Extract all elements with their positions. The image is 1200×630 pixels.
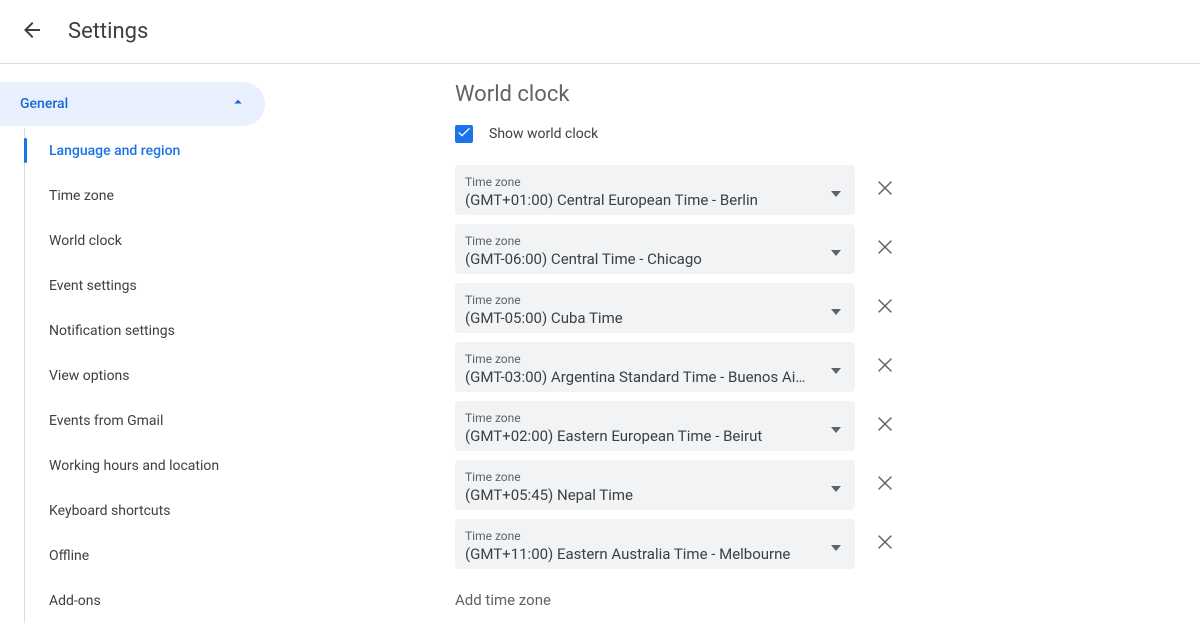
timezone-select-text: Time zone(GMT-05:00) Cuba Time	[465, 293, 831, 329]
remove-timezone-button[interactable]	[873, 414, 897, 438]
timezone-value: (GMT-05:00) Cuba Time	[465, 307, 831, 329]
arrow-left-icon	[20, 18, 44, 46]
remove-timezone-button[interactable]	[873, 473, 897, 497]
remove-timezone-button[interactable]	[873, 296, 897, 320]
timezone-field-label: Time zone	[465, 411, 831, 425]
sidebar-item[interactable]: Time zone	[25, 173, 265, 218]
timezone-select-text: Time zone(GMT+01:00) Central European Ti…	[465, 175, 831, 211]
close-icon	[874, 531, 896, 557]
sidebar-item[interactable]: Working hours and location	[25, 443, 265, 488]
timezone-value: (GMT+02:00) Eastern European Time - Beir…	[465, 425, 831, 447]
chevron-down-icon	[831, 303, 841, 319]
check-icon	[456, 124, 472, 144]
timezone-select[interactable]: Time zone(GMT+01:00) Central European Ti…	[455, 165, 855, 215]
timezone-value: (GMT+11:00) Eastern Australia Time - Mel…	[465, 543, 831, 565]
sidebar-section-label: General	[20, 96, 68, 112]
timezone-value: (GMT+05:45) Nepal Time	[465, 484, 831, 506]
sidebar-item-label: Language and region	[49, 143, 180, 159]
sidebar-item[interactable]: World clock	[25, 218, 265, 263]
timezone-select-text: Time zone(GMT-03:00) Argentina Standard …	[465, 352, 831, 388]
remove-timezone-button[interactable]	[873, 178, 897, 202]
show-world-clock-label: Show world clock	[489, 126, 598, 142]
sidebar-item[interactable]: Add-ons	[25, 578, 265, 623]
timezone-select-text: Time zone(GMT+05:45) Nepal Time	[465, 470, 831, 506]
sidebar-item[interactable]: View options	[25, 353, 265, 398]
sidebar-item-label: Events from Gmail	[49, 413, 163, 429]
body: General Language and regionTime zoneWorl…	[0, 64, 1200, 630]
sidebar-item[interactable]: Language and region	[25, 128, 265, 173]
header: Settings	[0, 0, 1200, 64]
timezone-select-text: Time zone(GMT+11:00) Eastern Australia T…	[465, 529, 831, 565]
main-content: World clock Show world clock Time zone(G…	[265, 64, 1200, 630]
close-icon	[874, 295, 896, 321]
timezone-select[interactable]: Time zone(GMT+05:45) Nepal Time	[455, 460, 855, 510]
timezone-row: Time zone(GMT+01:00) Central European Ti…	[455, 165, 1200, 215]
chevron-down-icon	[831, 421, 841, 437]
timezone-row: Time zone(GMT+02:00) Eastern European Ti…	[455, 401, 1200, 451]
back-button[interactable]	[8, 8, 56, 56]
timezone-row: Time zone(GMT+05:45) Nepal Time	[455, 460, 1200, 510]
sidebar-section-general[interactable]: General	[0, 82, 265, 126]
timezone-field-label: Time zone	[465, 529, 831, 543]
close-icon	[874, 354, 896, 380]
timezone-select-text: Time zone(GMT+02:00) Eastern European Ti…	[465, 411, 831, 447]
chevron-down-icon	[831, 362, 841, 378]
timezone-value: (GMT-03:00) Argentina Standard Time - Bu…	[465, 366, 831, 388]
timezone-select[interactable]: Time zone(GMT-06:00) Central Time - Chic…	[455, 224, 855, 274]
close-icon	[874, 472, 896, 498]
sidebar-nav-list: Language and region Time zone World clock E…	[24, 128, 265, 623]
sidebar-item[interactable]: Notification settings	[25, 308, 265, 353]
section-title: World clock	[455, 82, 1200, 107]
timezone-list: Time zone(GMT+01:00) Central European Ti…	[455, 165, 1200, 569]
sidebar-item-label: Keyboard shortcuts	[49, 503, 170, 519]
chevron-up-icon	[229, 93, 247, 115]
sidebar-item-label: Event settings	[49, 278, 137, 294]
timezone-select-text: Time zone(GMT-06:00) Central Time - Chic…	[465, 234, 831, 270]
timezone-row: Time zone(GMT-03:00) Argentina Standard …	[455, 342, 1200, 392]
close-icon	[874, 236, 896, 262]
timezone-value: (GMT+01:00) Central European Time - Berl…	[465, 189, 831, 211]
sidebar-item[interactable]: Keyboard shortcuts	[25, 488, 265, 533]
chevron-down-icon	[831, 185, 841, 201]
timezone-field-label: Time zone	[465, 352, 831, 366]
chevron-down-icon	[831, 244, 841, 260]
remove-timezone-button[interactable]	[873, 237, 897, 261]
show-world-clock-checkbox[interactable]	[455, 125, 473, 143]
sidebar: General Language and region Time zone Worl…	[0, 64, 265, 630]
timezone-select[interactable]: Time zone(GMT-03:00) Argentina Standard …	[455, 342, 855, 392]
remove-timezone-button[interactable]	[873, 532, 897, 556]
timezone-field-label: Time zone	[465, 470, 831, 484]
chevron-down-icon	[831, 480, 841, 496]
timezone-value: (GMT-06:00) Central Time - Chicago	[465, 248, 831, 270]
sidebar-item-label: Notification settings	[49, 323, 175, 339]
timezone-row: Time zone(GMT+11:00) Eastern Australia T…	[455, 519, 1200, 569]
timezone-row: Time zone(GMT-05:00) Cuba Time	[455, 283, 1200, 333]
sidebar-item-label: World clock	[49, 233, 122, 249]
sidebar-item-label: Time zone	[49, 188, 114, 204]
sidebar-item-label: Offline	[49, 548, 89, 564]
close-icon	[874, 177, 896, 203]
sidebar-item[interactable]: Event settings	[25, 263, 265, 308]
sidebar-item-label: View options	[49, 368, 130, 384]
close-icon	[874, 413, 896, 439]
timezone-select[interactable]: Time zone(GMT+11:00) Eastern Australia T…	[455, 519, 855, 569]
timezone-row: Time zone(GMT-06:00) Central Time - Chic…	[455, 224, 1200, 274]
timezone-select[interactable]: Time zone(GMT-05:00) Cuba Time	[455, 283, 855, 333]
timezone-field-label: Time zone	[465, 175, 831, 189]
timezone-select[interactable]: Time zone(GMT+02:00) Eastern European Ti…	[455, 401, 855, 451]
remove-timezone-button[interactable]	[873, 355, 897, 379]
add-timezone-link[interactable]: Add time zone	[455, 591, 1200, 609]
chevron-down-icon	[831, 539, 841, 555]
page-title: Settings	[68, 19, 148, 44]
sidebar-item-label: Working hours and location	[49, 458, 219, 474]
timezone-field-label: Time zone	[465, 234, 831, 248]
sidebar-item-label: Add-ons	[49, 593, 101, 609]
sidebar-item[interactable]: Offline	[25, 533, 265, 578]
sidebar-item[interactable]: Events from Gmail	[25, 398, 265, 443]
timezone-field-label: Time zone	[465, 293, 831, 307]
show-world-clock-row: Show world clock	[455, 125, 1200, 143]
